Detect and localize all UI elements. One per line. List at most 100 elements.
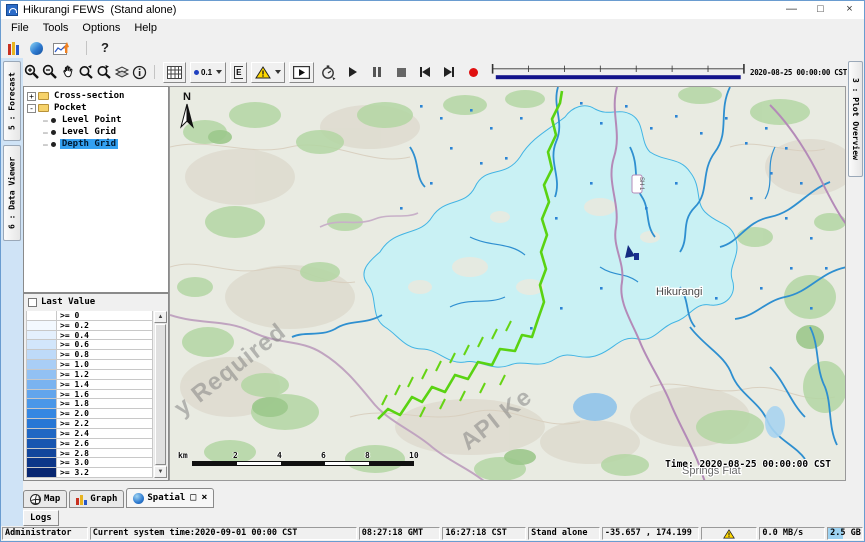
scroll-up-icon[interactable]: ▲	[154, 311, 167, 323]
status-text: 2.5 GB	[830, 528, 861, 538]
tree-item-label: Level Grid	[60, 127, 118, 137]
layers-icon[interactable]	[114, 62, 130, 82]
menu-options[interactable]: Options	[75, 21, 127, 35]
legend-row-label: >= 1.4	[57, 380, 153, 390]
tab-forecast[interactable]: 5 : Forecast	[3, 61, 21, 141]
tab-spatial[interactable]: Spatial □ ×	[126, 488, 214, 508]
legend-swatch	[26, 311, 57, 321]
legend-row: >= 0.2	[26, 321, 153, 331]
legend-scrollbar[interactable]: ▲ ▼	[154, 311, 167, 478]
timer-icon[interactable]	[320, 62, 336, 82]
legend-swatch	[26, 360, 57, 370]
tab-maximize-icon[interactable]: □	[190, 493, 196, 503]
status-memory: 2.5 GB	[827, 527, 863, 540]
status-text: -35.657 , 174.199	[605, 528, 692, 538]
status-coordinates: -35.657 , 174.199	[602, 527, 699, 540]
status-bar: AdministratorCurrent system time:2020-09…	[1, 526, 864, 541]
scale-segment	[281, 462, 325, 465]
tab-close-icon[interactable]: ×	[201, 493, 207, 503]
play-button[interactable]	[345, 62, 361, 82]
warning-dropdown-button[interactable]	[251, 62, 285, 83]
scale-tick-label: 10	[409, 451, 419, 460]
animation-panel-button[interactable]	[289, 62, 314, 83]
zoom-out-icon[interactable]	[42, 62, 58, 82]
tree-item-pocket[interactable]: -Pocket	[24, 102, 168, 114]
legend-row: >= 2.8	[26, 449, 153, 459]
tree-item-level-point[interactable]: –Level Point	[24, 114, 168, 126]
legend-swatch	[26, 409, 57, 419]
skip-to-end-button[interactable]	[441, 62, 457, 82]
title-bar[interactable]: Hikurangi FEWS (Stand alone) — □ ×	[1, 1, 864, 19]
pan-hand-icon[interactable]	[60, 62, 76, 82]
legend-row: >= 1.0	[26, 360, 153, 370]
time-slider[interactable]	[491, 61, 746, 83]
legend-table: >= 0>= 0.2>= 0.4>= 0.6>= 0.8>= 1.0>= 1.2…	[26, 311, 153, 478]
map-display-icon[interactable]	[30, 40, 43, 55]
record-button[interactable]	[465, 62, 481, 82]
legend-row-label: >= 2.0	[57, 409, 153, 419]
legend-swatch	[26, 439, 57, 449]
tree-item-depth-grid[interactable]: –Depth Grid	[24, 138, 168, 150]
legend-row: >= 1.6	[26, 390, 153, 400]
place-label-hikurangi: Hikurangi	[656, 286, 702, 298]
menu-file[interactable]: File	[4, 21, 36, 35]
scroll-thumb[interactable]	[155, 324, 166, 465]
zoom-previous-icon[interactable]	[78, 62, 94, 82]
close-button[interactable]: ×	[835, 1, 864, 19]
stop-button[interactable]	[393, 62, 409, 82]
legend-swatch	[26, 468, 57, 478]
elevation-scale-button[interactable]: E	[230, 62, 247, 83]
explorer-icon[interactable]	[8, 40, 20, 55]
help-icon[interactable]: ?	[101, 40, 109, 55]
map-time-overlay: Time: 2020-08-25 00:00:00 CST	[665, 459, 831, 470]
map-canvas[interactable]: SH 1 Hikurangi Springs Flat y Required A…	[170, 87, 846, 481]
legend-row-label: >= 0.2	[57, 321, 153, 331]
legend-row-label: >= 1.6	[57, 390, 153, 400]
scale-tick-label: 8	[365, 451, 370, 460]
road-shield: SH 1	[632, 175, 644, 193]
menu-tools[interactable]: Tools	[36, 21, 76, 35]
legend-swatch	[26, 350, 57, 360]
logs-button[interactable]: Logs	[23, 510, 59, 526]
tab-map[interactable]: Map	[23, 490, 67, 508]
expand-icon[interactable]: +	[27, 92, 36, 101]
menu-help[interactable]: Help	[127, 21, 164, 35]
status-text: 0.0 MB/s	[762, 528, 803, 538]
collapse-icon[interactable]: -	[27, 104, 36, 113]
tab-plot-overview[interactable]: 3 : Plot Overview	[848, 61, 863, 177]
folder-icon	[38, 104, 49, 112]
window-title: Hikurangi FEWS (Stand alone)	[23, 4, 176, 16]
legend-row-label: >= 3.2	[57, 468, 153, 478]
info-icon[interactable]	[132, 62, 147, 82]
status-system-time: Current system time:2020-09-01 00:00 CST	[90, 527, 357, 540]
legend-row: >= 1.4	[26, 380, 153, 390]
legend-row-label: >= 2.6	[57, 439, 153, 449]
tree-item-label: Cross-section	[52, 91, 126, 101]
legend-title: Last Value	[41, 297, 95, 307]
legend-swatch	[26, 390, 57, 400]
tab-graph[interactable]: Graph	[69, 490, 124, 508]
globe-icon	[133, 493, 144, 504]
legend-swatch	[26, 419, 57, 429]
zoom-next-icon[interactable]	[96, 62, 112, 82]
pause-button[interactable]	[369, 62, 385, 82]
zoom-in-icon[interactable]	[24, 62, 40, 82]
tree-item-level-grid[interactable]: –Level Grid	[24, 126, 168, 138]
grid-display-button[interactable]	[163, 62, 186, 83]
timeseries-display-icon[interactable]	[53, 40, 70, 55]
scale-segment	[369, 462, 413, 465]
tab-data-viewer[interactable]: 6 : Data Viewer	[3, 145, 21, 241]
map-viewport[interactable]: SH 1 Hikurangi Springs Flat y Required A…	[169, 86, 846, 481]
legend-swatch	[26, 340, 57, 350]
scroll-down-icon[interactable]: ▼	[154, 466, 167, 478]
tree-item-cross-section[interactable]: + Cross-section	[24, 90, 168, 102]
contour-interval-button[interactable]: 0.1	[190, 62, 226, 83]
bullet-icon	[51, 142, 56, 147]
last-value-checkbox[interactable]	[28, 298, 37, 307]
scale-tick-label: 2	[233, 451, 238, 460]
minimize-button[interactable]: —	[777, 1, 806, 19]
maximize-button[interactable]: □	[806, 1, 835, 19]
skip-to-start-button[interactable]	[417, 62, 433, 82]
legend-row: >= 0.6	[26, 340, 153, 350]
legend-row-label: >= 0.8	[57, 350, 153, 360]
